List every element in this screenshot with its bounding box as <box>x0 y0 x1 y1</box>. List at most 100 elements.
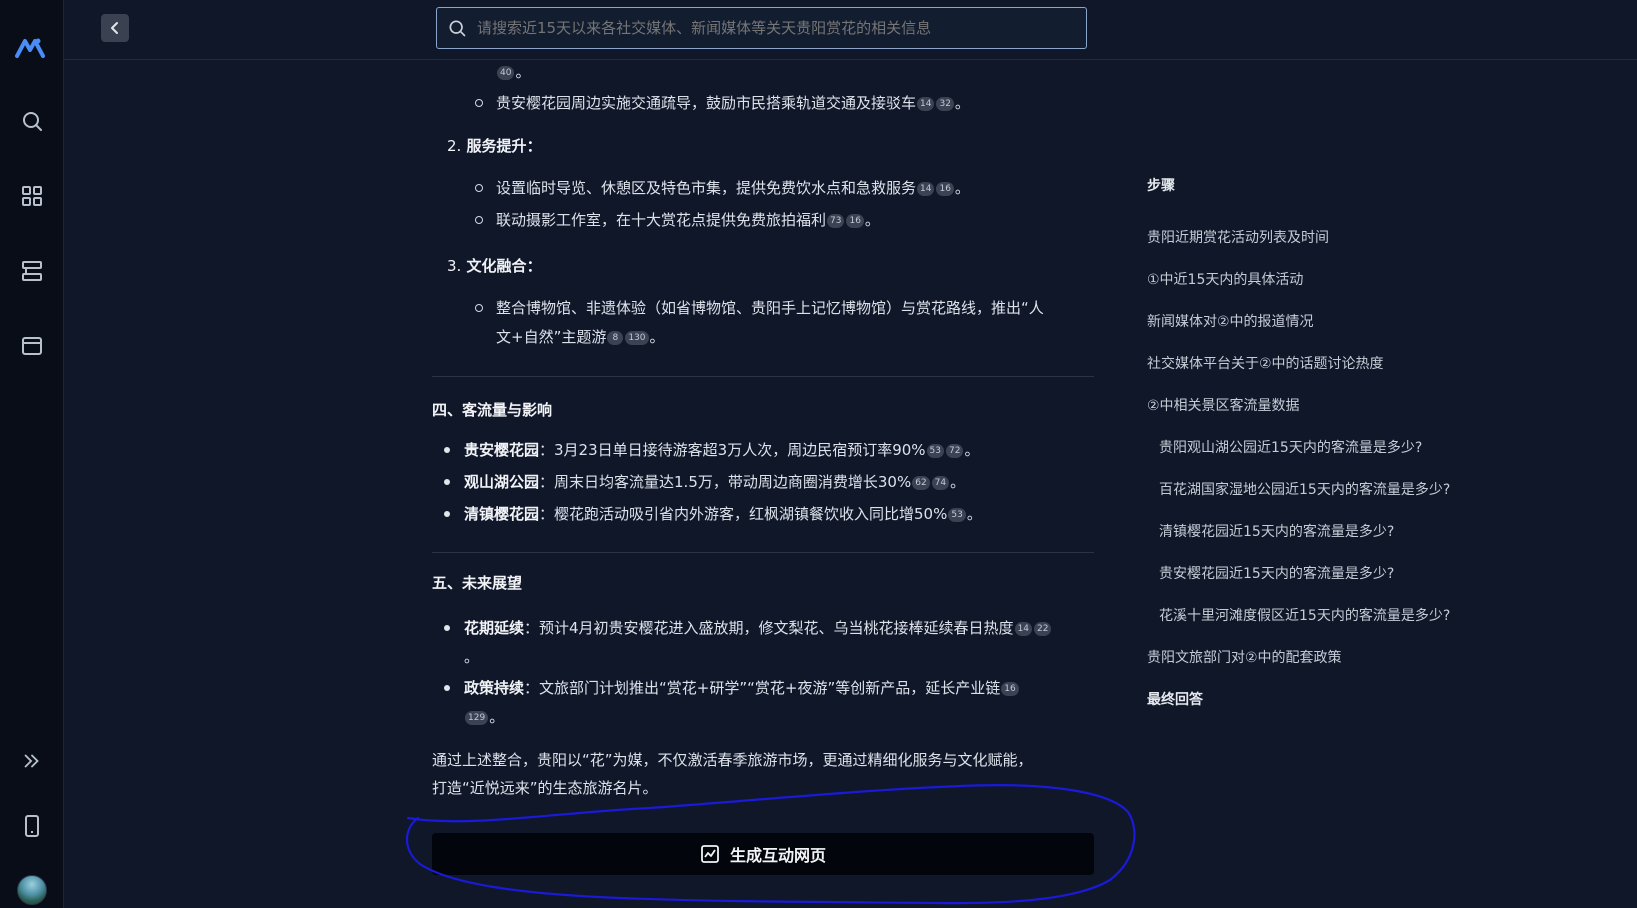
citation-badge[interactable]: 40 <box>497 65 515 80</box>
punctuation: ： <box>526 257 542 275</box>
list-item: 观山湖公园：周末日均客流量达1.5万，带动周边商圈消费增长30% 62 74。 <box>464 472 965 492</box>
citation-badge[interactable]: 74 <box>931 475 950 490</box>
generate-button-label: 生成互动网页 <box>729 846 826 865</box>
list-item-label: 花期延续 <box>464 619 525 637</box>
list-item-label: 清镇樱花园 <box>464 505 540 523</box>
punctuation: 。 <box>489 708 505 726</box>
step-item[interactable]: 新闻媒体对②中的报道情况 <box>1147 311 1314 331</box>
logo-icon[interactable] <box>14 30 50 66</box>
bullet-icon <box>475 99 483 107</box>
citation-badge[interactable]: 73 <box>827 213 845 228</box>
search-box[interactable] <box>436 7 1087 49</box>
bullet-icon <box>475 216 483 224</box>
list-item-label: 政策持续 <box>464 679 525 697</box>
list-item-continuation: 129。 <box>464 707 504 727</box>
citation-badge[interactable]: 130 <box>625 330 649 345</box>
list-item-text: ：文旅部门计划推出“赏花+研学”“赏花+夜游”等创新产品，延长产业链 <box>524 679 1001 697</box>
citation-badge[interactable]: 72 <box>946 443 964 458</box>
list-item-continuation: 。 <box>464 648 480 666</box>
punctuation: 。 <box>954 94 970 112</box>
step-subitem[interactable]: 花溪十里河滩度假区近15天内的客流量是多少? <box>1159 605 1450 625</box>
step-item[interactable]: 社交媒体平台关于②中的话题讨论热度 <box>1147 353 1384 373</box>
list-item: 清镇樱花园：樱花跑活动吸引省内外游客，红枫湖镇餐饮收入同比增50% 53。 <box>464 504 982 524</box>
citation-badge[interactable]: 14 <box>917 96 935 111</box>
chart-icon <box>701 845 719 863</box>
section-number: 3. <box>447 257 462 275</box>
citation-badge[interactable]: 8 <box>607 330 624 345</box>
list-item: 设置临时导览、休憩区及特色市集，提供免费饮水点和急救服务 14 16。 <box>496 178 970 198</box>
summary-paragraph-line: 打造“近悦远来”的生态旅游名片。 <box>432 779 658 797</box>
section-heading: 2. 服务提升： <box>447 136 542 156</box>
citation-badge[interactable]: 53 <box>926 443 944 458</box>
step-subitem[interactable]: 贵阳观山湖公园近15天内的客流量是多少? <box>1159 437 1422 457</box>
list-item-text: ：樱花跑活动吸引省内外游客，红枫湖镇餐饮收入同比增50% <box>539 505 948 523</box>
step-subitem[interactable]: 贵安樱花园近15天内的客流量是多少? <box>1159 563 1394 583</box>
section-title: 服务提升 <box>466 137 527 155</box>
list-item-text: ：预计4月初贵安樱花进入盛放期，修文梨花、乌当桃花接棒延续春日热度 <box>524 619 1014 637</box>
final-answer-item[interactable]: 最终回答 <box>1147 689 1203 709</box>
citation-badge[interactable]: 53 <box>948 507 966 522</box>
apps-grid-icon[interactable] <box>14 178 50 214</box>
back-icon <box>111 22 118 34</box>
citation-badge[interactable]: 14 <box>1014 621 1033 636</box>
punctuation: 。 <box>950 473 966 491</box>
stack-icon[interactable] <box>14 253 50 289</box>
window-icon[interactable] <box>14 328 50 364</box>
list-item-text: ：周末日均客流量达1.5万，带动周边商圈消费增长30% <box>539 473 912 491</box>
section-heading-4: 四、客流量与影响 <box>432 401 553 419</box>
step-item[interactable]: ②中相关景区客流量数据 <box>1147 395 1300 415</box>
citation-badge[interactable]: 16 <box>846 213 864 228</box>
search-input[interactable] <box>477 19 1086 37</box>
step-subitem[interactable]: 清镇樱花园近15天内的客流量是多少? <box>1159 521 1394 541</box>
steps-title: 步骤 <box>1147 178 1175 194</box>
expand-icon[interactable] <box>14 743 50 779</box>
mobile-icon[interactable] <box>14 808 50 844</box>
citation-badge[interactable]: 14 <box>917 181 935 196</box>
punctuation: 。 <box>515 63 531 81</box>
punctuation: ： <box>526 137 542 155</box>
punctuation: 。 <box>864 211 880 229</box>
step-item[interactable]: 贵阳近期赏花活动列表及时间 <box>1147 227 1329 247</box>
step-subitem[interactable]: 百花湖国家湿地公园近15天内的客流量是多少? <box>1159 479 1450 499</box>
bullet-icon <box>444 479 450 485</box>
answer-content: 40。 贵安樱花园周边实施交通疏导，鼓励市民搭乘轨道交通及接驳车 14 32。 2.… <box>432 60 1094 908</box>
list-item-text: ：3月23日单日接待游客超3万人次，周边民宿预订率90% <box>539 441 926 459</box>
summary-paragraph-line: 通过上述整合，贵阳以“花”为媒，不仅激活春季旅游市场，更通过精细化服务与文化赋能… <box>432 751 1033 769</box>
list-item: 贵安樱花园周边实施交通疏导，鼓励市民搭乘轨道交通及接驳车 14 32。 <box>496 93 970 113</box>
list-item-text: 设置临时导览、休憩区及特色市集，提供免费饮水点和急救服务 <box>496 179 917 197</box>
bullet-icon <box>444 447 450 453</box>
citation-badge[interactable]: 62 <box>912 475 930 490</box>
search-icon[interactable] <box>14 103 50 139</box>
list-item: 花期延续：预计4月初贵安樱花进入盛放期，修文梨花、乌当桃花接棒延续春日热度 14 2… <box>464 618 1052 638</box>
bullet-icon <box>475 184 483 192</box>
divider <box>432 552 1094 553</box>
search-icon <box>449 20 466 37</box>
bullet-icon <box>475 304 483 312</box>
sidebar <box>0 0 64 908</box>
bullet-icon <box>444 511 450 517</box>
section-heading-5: 五、未来展望 <box>432 574 523 592</box>
citation-badge[interactable]: 16 <box>936 181 954 196</box>
section-heading: 3. 文化融合： <box>447 256 542 276</box>
back-button[interactable] <box>101 14 129 42</box>
top-bar <box>64 0 1637 60</box>
avatar[interactable] <box>17 875 47 905</box>
citation-badge[interactable]: 32 <box>936 96 954 111</box>
citation-badge[interactable]: 16 <box>1001 681 1019 696</box>
list-item-label: 观山湖公园 <box>464 473 540 491</box>
citation-badge[interactable]: 129 <box>465 710 489 725</box>
list-item-label: 贵安樱花园 <box>464 441 540 459</box>
generate-interactive-page-button[interactable]: 生成互动网页 <box>432 833 1094 875</box>
divider <box>432 376 1094 377</box>
list-item: 贵安樱花园：3月23日单日接待游客超3万人次，周边民宿预订率90% 53 72。 <box>464 440 979 460</box>
list-item-text: 贵安樱花园周边实施交通疏导，鼓励市民搭乘轨道交通及接驳车 <box>496 94 917 112</box>
section-title: 文化融合 <box>466 257 527 275</box>
list-item-text: 文+自然”主题游 <box>496 328 607 346</box>
section-number: 2. <box>447 137 462 155</box>
punctuation: 。 <box>954 179 970 197</box>
citation-badge[interactable]: 22 <box>1034 621 1052 636</box>
list-item-text: 联动摄影工作室，在十大赏花点提供免费旅拍福利 <box>496 211 827 229</box>
step-item[interactable]: 贵阳文旅部门对②中的配套政策 <box>1147 647 1342 667</box>
step-item[interactable]: ①中近15天内的具体活动 <box>1147 269 1303 289</box>
list-item: 整合博物馆、非遗体验（如省博物馆、贵阳手上记忆博物馆）与赏花路线，推出“人 <box>496 298 1044 318</box>
